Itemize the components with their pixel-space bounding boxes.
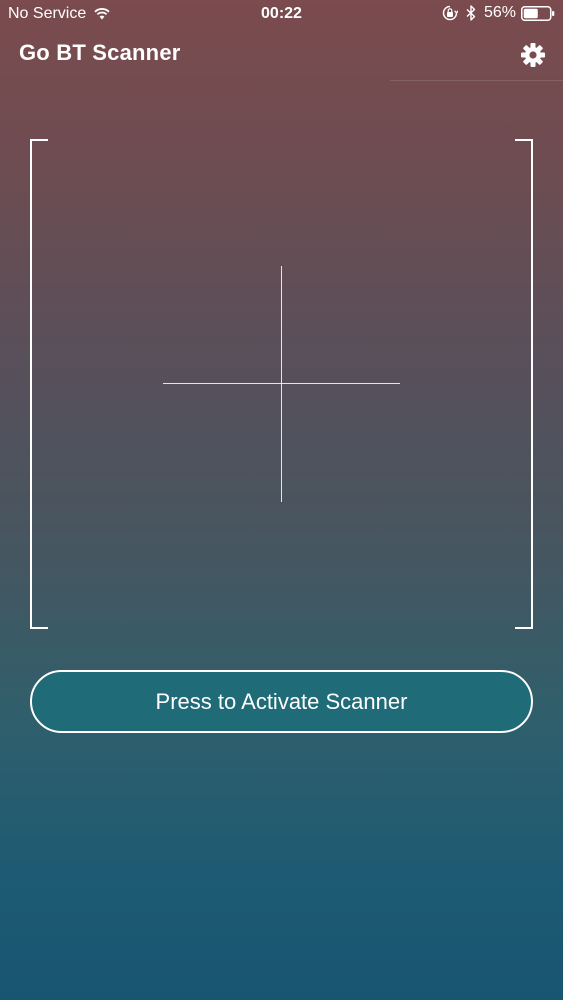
battery-icon (521, 5, 555, 21)
scanner-viewfinder (30, 139, 533, 629)
settings-button[interactable] (520, 42, 546, 68)
gear-icon (521, 43, 545, 67)
orientation-lock-icon (442, 5, 458, 21)
battery-percent: 56% (483, 4, 516, 21)
viewfinder-bracket-left (30, 139, 48, 629)
crosshair-vertical (281, 266, 282, 502)
activate-scanner-button[interactable]: Press to Activate Scanner (30, 670, 533, 733)
viewfinder-bracket-right (515, 139, 533, 629)
app-title: Go BT Scanner (19, 40, 181, 65)
nav-divider (390, 80, 563, 81)
status-bar: No Service 00:22 56% (0, 0, 563, 30)
status-right: 56% (442, 4, 555, 22)
bluetooth-icon (466, 5, 476, 21)
activate-scanner-label: Press to Activate Scanner (155, 688, 408, 714)
